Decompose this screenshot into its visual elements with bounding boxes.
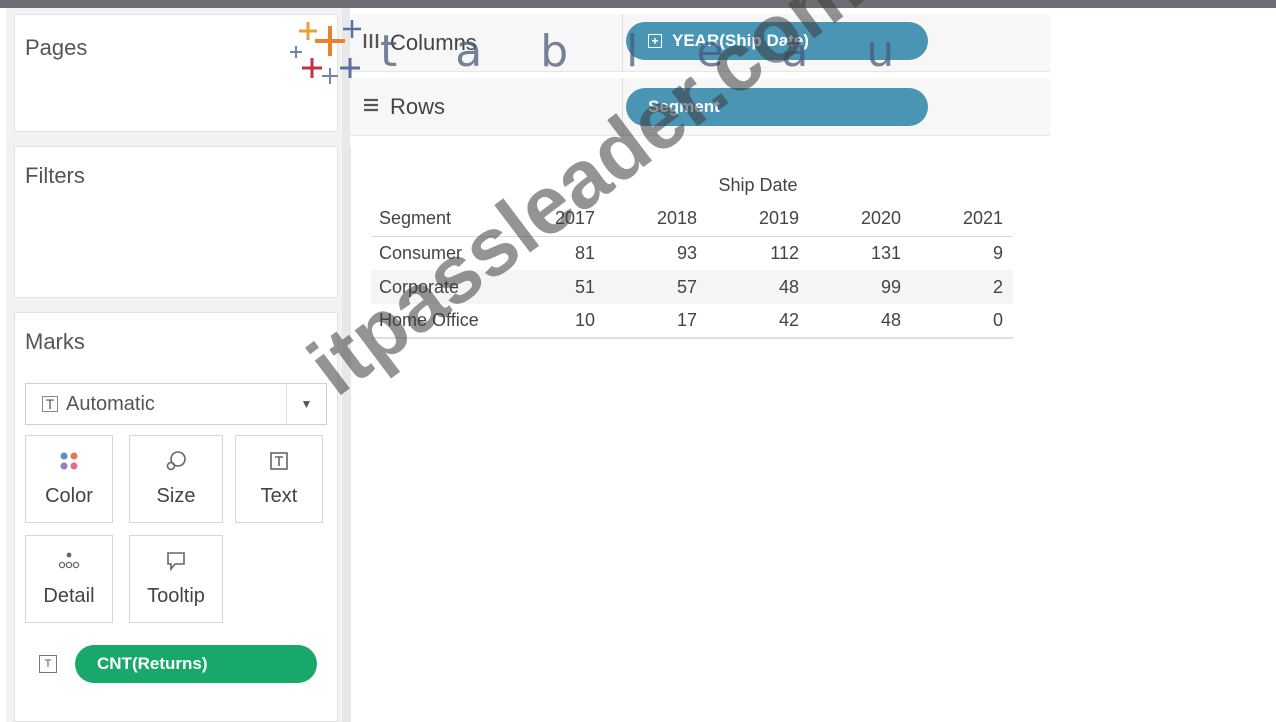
color-dots-icon [58, 451, 80, 471]
text-label: Text [260, 484, 298, 507]
text-mark-icon: T [42, 396, 58, 412]
detail-icon [57, 551, 81, 571]
filters-title: Filters [25, 163, 85, 188]
tableau-logo-icon [290, 16, 370, 86]
mark-type-value: Automatic [66, 392, 155, 415]
rows-icon [362, 96, 380, 119]
year-header[interactable]: 2019 [707, 202, 809, 237]
value-cell[interactable]: 112 [707, 236, 809, 270]
size-button[interactable]: Size [129, 435, 223, 523]
value-cell[interactable]: 48 [707, 270, 809, 304]
rows-label: Rows [390, 94, 446, 119]
size-icon [165, 450, 187, 471]
value-cell[interactable]: 17 [605, 304, 707, 339]
window-top-border [0, 0, 1276, 8]
tooltip-button[interactable]: Tooltip [129, 535, 223, 623]
detail-label: Detail [43, 584, 95, 607]
value-cell[interactable]: 10 [503, 304, 605, 339]
tooltip-label: Tooltip [147, 584, 205, 607]
year-header[interactable]: 2020 [809, 202, 911, 237]
mark-type-dropdown[interactable]: T Automatic ▼ [25, 383, 327, 425]
value-cell[interactable]: 99 [809, 270, 911, 304]
pages-title: Pages [25, 35, 88, 60]
value-cell[interactable]: 42 [707, 304, 809, 339]
value-cell[interactable]: 0 [911, 304, 1013, 339]
cnt-returns-pill[interactable]: CNT(Returns) [75, 645, 317, 683]
detail-button[interactable]: Detail [25, 535, 113, 623]
rows-shelf-label: Rows [362, 94, 445, 120]
color-label: Color [45, 484, 93, 507]
value-cell[interactable]: 9 [911, 236, 1013, 270]
text-label-icon [269, 451, 289, 471]
value-cell[interactable]: 48 [809, 304, 911, 339]
year-header[interactable]: 2021 [911, 202, 1013, 237]
color-button[interactable]: Color [25, 435, 113, 523]
shelf-empty-area [1050, 8, 1276, 144]
marks-card: Marks T Automatic ▼ Color Size Text Deta… [14, 312, 338, 722]
marks-field-row: T CNT(Returns) [39, 645, 317, 683]
value-cell[interactable]: 2 [911, 270, 1013, 304]
filters-card[interactable]: Filters [14, 146, 338, 298]
value-cell[interactable]: 131 [809, 236, 911, 270]
marks-title: Marks [25, 329, 85, 354]
text-mark-icon[interactable]: T [39, 655, 57, 673]
text-button[interactable]: Text [235, 435, 323, 523]
value-cell[interactable]: 93 [605, 236, 707, 270]
size-label: Size [156, 484, 196, 507]
value-cell[interactable]: 57 [605, 270, 707, 304]
chevron-down-icon[interactable]: ▼ [286, 384, 326, 424]
speech-bubble-icon [165, 551, 187, 571]
